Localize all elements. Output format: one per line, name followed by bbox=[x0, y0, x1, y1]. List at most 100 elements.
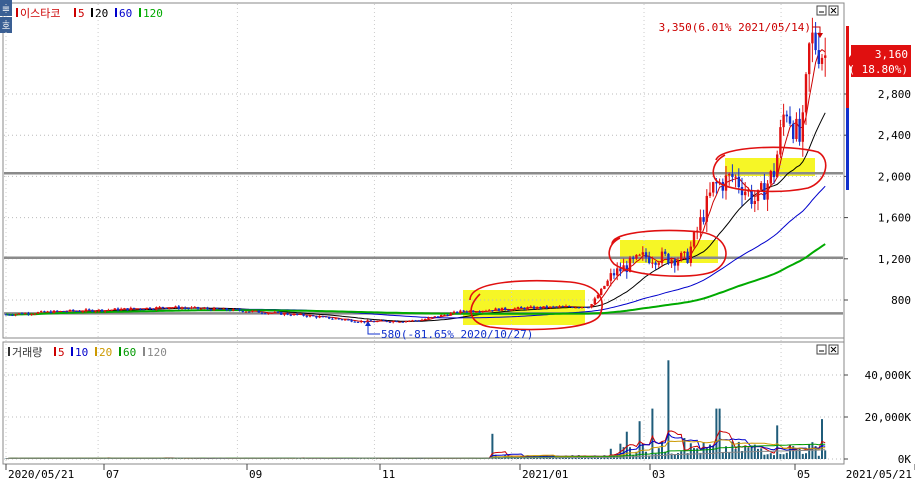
candle-body bbox=[494, 308, 496, 310]
candle-body bbox=[600, 289, 602, 295]
candle-body bbox=[30, 314, 32, 315]
candle-body bbox=[459, 311, 461, 314]
candle-body bbox=[546, 306, 548, 308]
current-price-label: 3,160 bbox=[875, 48, 908, 61]
candle-body bbox=[146, 308, 148, 310]
candle-body bbox=[264, 313, 266, 314]
candle-body bbox=[629, 258, 631, 272]
candle-body bbox=[152, 309, 154, 310]
legend-item: 120 bbox=[143, 7, 163, 20]
volume-bar bbox=[776, 425, 778, 459]
candle-body bbox=[338, 318, 340, 319]
legend-item: 거래량 bbox=[12, 346, 42, 359]
legend-swatch bbox=[16, 8, 18, 17]
candle-body bbox=[501, 308, 503, 311]
candle-body bbox=[581, 307, 583, 308]
candle-body bbox=[562, 306, 564, 307]
candle-body bbox=[62, 311, 64, 312]
candle-body bbox=[584, 307, 586, 308]
candle-body bbox=[542, 306, 544, 308]
candle-body bbox=[802, 112, 804, 141]
candle-body bbox=[402, 322, 404, 323]
candle-body bbox=[235, 309, 237, 310]
candle-body bbox=[322, 316, 324, 317]
volume-minimize-icon[interactable] bbox=[817, 345, 826, 354]
volume-bar bbox=[719, 409, 721, 459]
candle-body bbox=[398, 322, 400, 323]
candle-body bbox=[587, 307, 589, 308]
candle-body bbox=[315, 316, 317, 318]
legend-swatch bbox=[115, 8, 117, 17]
candle-body bbox=[443, 315, 445, 316]
candle-body bbox=[261, 313, 263, 314]
candle-body bbox=[683, 252, 685, 253]
volume-bar bbox=[661, 442, 663, 459]
candle-body bbox=[312, 315, 314, 316]
x-tick-label: 11 bbox=[382, 468, 395, 481]
candle-body bbox=[98, 310, 100, 312]
candle-body bbox=[344, 320, 346, 321]
candle-body bbox=[510, 310, 512, 311]
candle-body bbox=[645, 252, 647, 257]
candle-body bbox=[46, 311, 48, 312]
candle-body bbox=[616, 268, 618, 275]
candle-body bbox=[130, 308, 132, 310]
candle-body bbox=[347, 320, 349, 321]
candle-body bbox=[434, 316, 436, 317]
legend-item: 60 bbox=[123, 346, 136, 359]
candle-body bbox=[418, 321, 420, 322]
candle-body bbox=[491, 310, 493, 311]
legend-item: 5 bbox=[78, 7, 85, 20]
candle-body bbox=[821, 58, 823, 64]
candle-body bbox=[373, 321, 375, 322]
volume-bar bbox=[677, 453, 679, 459]
candle-body bbox=[66, 311, 68, 312]
candle-body bbox=[379, 320, 381, 321]
x-tick-label: 05 bbox=[797, 468, 810, 481]
candle-body bbox=[53, 311, 55, 313]
candle-body bbox=[504, 308, 506, 310]
candle-body bbox=[386, 321, 388, 322]
candle-body bbox=[558, 306, 560, 307]
candle-body bbox=[194, 307, 196, 308]
y-tick-label: 1,600 bbox=[878, 212, 911, 225]
volume-bar bbox=[658, 448, 660, 459]
candle-body bbox=[331, 319, 333, 320]
candle-body bbox=[200, 309, 202, 310]
volume-bar bbox=[690, 443, 692, 459]
candle-body bbox=[334, 318, 336, 319]
candle-body bbox=[24, 313, 26, 314]
candle-body bbox=[670, 260, 672, 264]
volume-bar bbox=[722, 452, 724, 459]
candle-body bbox=[741, 187, 743, 195]
y-tick-label: 1,200 bbox=[878, 253, 911, 266]
candle-body bbox=[674, 260, 676, 266]
candle-body bbox=[523, 308, 525, 309]
candle-body bbox=[222, 308, 224, 309]
close-icon[interactable] bbox=[829, 6, 838, 15]
candle-body bbox=[750, 190, 752, 204]
candle-body bbox=[382, 320, 384, 321]
candle-body bbox=[427, 318, 429, 319]
minimize-icon[interactable] bbox=[817, 6, 826, 15]
x-tick-label: 2021/05/21 bbox=[846, 468, 912, 481]
candle-body bbox=[536, 307, 538, 309]
volume-bar bbox=[728, 453, 730, 459]
candle-body bbox=[782, 115, 784, 128]
candle-body bbox=[318, 316, 320, 317]
candle-body bbox=[363, 321, 365, 322]
candle-body bbox=[414, 320, 416, 321]
candle-body bbox=[702, 217, 704, 222]
volume-bar bbox=[651, 409, 653, 459]
candle-body bbox=[424, 319, 426, 320]
candle-body bbox=[232, 309, 234, 311]
candle-body bbox=[405, 321, 407, 322]
y-tick-label: 2,400 bbox=[878, 129, 911, 142]
volume-close-icon[interactable] bbox=[829, 345, 838, 354]
candle-body bbox=[142, 309, 144, 310]
candle-body bbox=[168, 308, 170, 309]
candle-body bbox=[229, 310, 231, 311]
candle-body bbox=[808, 43, 810, 74]
candle-body bbox=[277, 312, 279, 313]
candle-body bbox=[594, 298, 596, 304]
